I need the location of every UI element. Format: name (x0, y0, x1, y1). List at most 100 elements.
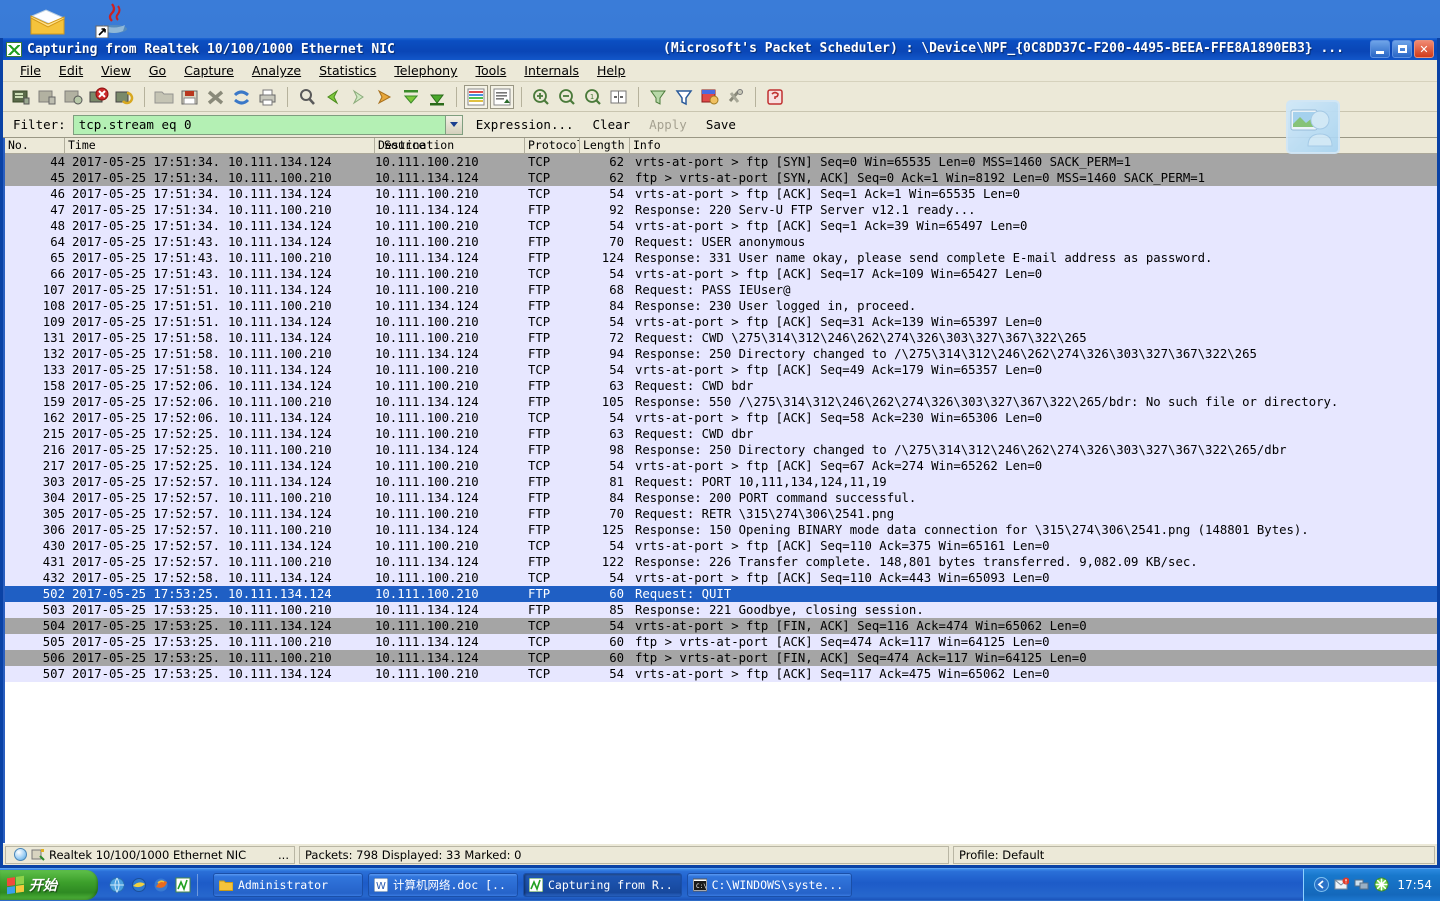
table-row[interactable]: 1312017-05-25 17:51:58.10.111.134.12410.… (5, 330, 1437, 346)
menu-go[interactable]: Go (140, 61, 175, 80)
tray-network-icon[interactable] (1354, 877, 1369, 892)
table-row[interactable]: 5072017-05-25 17:53:25.10.111.134.12410.… (5, 666, 1437, 682)
go-last-packet-icon[interactable] (425, 85, 449, 109)
firefox-icon[interactable] (153, 877, 169, 893)
tray-expand-icon[interactable] (1314, 877, 1329, 892)
apply-filter-button[interactable]: Apply (643, 116, 693, 133)
menu-statistics[interactable]: Statistics (310, 61, 385, 80)
auto-scroll-icon[interactable] (490, 85, 514, 109)
table-row[interactable]: 472017-05-25 17:51:34.10.111.100.21010.1… (5, 202, 1437, 218)
show-desktop-icon[interactable] (109, 877, 125, 893)
task-administrator[interactable]: Administrator (213, 873, 363, 897)
table-row[interactable]: 5042017-05-25 17:53:25.10.111.134.12410.… (5, 618, 1437, 634)
zoom-normal-icon[interactable]: 1 (581, 85, 605, 109)
menu-edit[interactable]: Edit (50, 61, 92, 80)
internet-explorer-icon[interactable] (131, 877, 147, 893)
preferences-icon[interactable] (724, 85, 748, 109)
mail-folder-icon[interactable] (26, 2, 70, 42)
start-button[interactable]: 开始 (0, 870, 98, 900)
wireshark-quicklaunch-icon[interactable] (175, 877, 191, 893)
resize-columns-icon[interactable] (607, 85, 631, 109)
table-row[interactable]: 1622017-05-25 17:52:06.10.111.134.12410.… (5, 410, 1437, 426)
taskbar-clock[interactable]: 17:54 (1397, 878, 1432, 892)
menu-view[interactable]: View (92, 61, 140, 80)
save-filter-button[interactable]: Save (700, 116, 742, 133)
menu-tools[interactable]: Tools (466, 61, 515, 80)
go-back-icon[interactable] (321, 85, 345, 109)
column-header-time[interactable]: Time (65, 138, 375, 154)
maximize-button[interactable] (1392, 40, 1412, 58)
table-row[interactable]: 2172017-05-25 17:52:25.10.111.134.12410.… (5, 458, 1437, 474)
column-header-length[interactable]: Length (580, 138, 630, 154)
table-row[interactable]: 442017-05-25 17:51:34.10.111.134.12410.1… (5, 154, 1437, 170)
minimize-button[interactable] (1370, 40, 1390, 58)
filter-input[interactable] (74, 116, 445, 134)
help-contents-icon[interactable] (763, 85, 787, 109)
menu-internals[interactable]: Internals (515, 61, 588, 80)
table-row[interactable]: 1072017-05-25 17:51:51.10.111.134.12410.… (5, 282, 1437, 298)
packet-list-body[interactable]: 442017-05-25 17:51:34.10.111.134.12410.1… (5, 154, 1437, 682)
table-row[interactable]: 642017-05-25 17:51:43.10.111.134.12410.1… (5, 234, 1437, 250)
list-interfaces-icon[interactable] (9, 85, 33, 109)
filter-combobox[interactable] (73, 115, 463, 135)
java-shortcut-icon[interactable] (92, 0, 136, 40)
table-row[interactable]: 4302017-05-25 17:52:57.10.111.134.12410.… (5, 538, 1437, 554)
zoom-out-icon[interactable] (555, 85, 579, 109)
tray-alert-icon[interactable] (1334, 877, 1349, 892)
go-first-packet-icon[interactable] (399, 85, 423, 109)
table-row[interactable]: 2152017-05-25 17:52:25.10.111.134.12410.… (5, 426, 1437, 442)
table-row[interactable]: 4312017-05-25 17:52:57.10.111.100.21010.… (5, 554, 1437, 570)
status-profile[interactable]: Profile: Default (953, 846, 1435, 864)
clear-filter-button[interactable]: Clear (587, 116, 637, 133)
save-file-icon[interactable] (178, 85, 202, 109)
start-capture-icon[interactable] (61, 85, 85, 109)
table-row[interactable]: 5052017-05-25 17:53:25.10.111.100.21010.… (5, 634, 1437, 650)
column-header-protocol[interactable]: Protocol (525, 138, 580, 154)
menu-telephony[interactable]: Telephony (385, 61, 466, 80)
table-row[interactable]: 1092017-05-25 17:51:51.10.111.134.12410.… (5, 314, 1437, 330)
menu-capture[interactable]: Capture (175, 61, 243, 80)
table-row[interactable]: 652017-05-25 17:51:43.10.111.100.21010.1… (5, 250, 1437, 266)
table-row[interactable]: 3042017-05-25 17:52:57.10.111.100.21010.… (5, 490, 1437, 506)
colorize-icon[interactable] (464, 85, 488, 109)
go-to-packet-icon[interactable] (373, 85, 397, 109)
table-row[interactable]: 5022017-05-25 17:53:25.10.111.134.12410.… (5, 586, 1437, 602)
table-row[interactable]: 1582017-05-25 17:52:06.10.111.134.12410.… (5, 378, 1437, 394)
go-forward-icon[interactable] (347, 85, 371, 109)
table-row[interactable]: 4322017-05-25 17:52:58.10.111.134.12410.… (5, 570, 1437, 586)
window-titlebar[interactable]: Capturing from Realtek 10/100/1000 Ether… (3, 38, 1437, 60)
table-row[interactable]: 462017-05-25 17:51:34.10.111.134.12410.1… (5, 186, 1437, 202)
close-button[interactable]: ✕ (1414, 40, 1434, 58)
display-filters-icon[interactable] (672, 85, 696, 109)
table-row[interactable]: 662017-05-25 17:51:43.10.111.134.12410.1… (5, 266, 1437, 282)
table-row[interactable]: 5062017-05-25 17:53:25.10.111.100.21010.… (5, 650, 1437, 666)
zoom-in-icon[interactable] (529, 85, 553, 109)
tray-antivirus-icon[interactable] (1374, 877, 1389, 892)
table-row[interactable]: 5032017-05-25 17:53:25.10.111.100.21010.… (5, 602, 1437, 618)
table-row[interactable]: 1332017-05-25 17:51:58.10.111.134.12410.… (5, 362, 1437, 378)
packet-list-pane[interactable]: No. Time Destination Protocol Length Inf… (3, 138, 1437, 843)
column-header-no[interactable]: No. (5, 138, 65, 154)
print-icon[interactable] (256, 85, 280, 109)
expert-info-icon[interactable] (14, 848, 27, 861)
task-word-document[interactable]: W 计算机网络.doc [.. (368, 873, 518, 897)
table-row[interactable]: 3052017-05-25 17:52:57.10.111.134.12410.… (5, 506, 1437, 522)
menu-analyze[interactable]: Analyze (243, 61, 310, 80)
reload-icon[interactable] (230, 85, 254, 109)
table-row[interactable]: 482017-05-25 17:51:34.10.111.134.12410.1… (5, 218, 1437, 234)
table-row[interactable]: 3062017-05-25 17:52:57.10.111.100.21010.… (5, 522, 1437, 538)
stop-capture-icon[interactable] (87, 85, 111, 109)
table-row[interactable]: 2162017-05-25 17:52:25.10.111.100.21010.… (5, 442, 1437, 458)
table-row[interactable]: 3032017-05-25 17:52:57.10.111.134.12410.… (5, 474, 1437, 490)
coloring-rules-icon[interactable] (698, 85, 722, 109)
menu-help[interactable]: Help (588, 61, 635, 80)
capture-filters-icon[interactable] (646, 85, 670, 109)
task-command-prompt[interactable]: C:\ C:\WINDOWS\syste... (687, 873, 853, 897)
restart-capture-icon[interactable] (113, 85, 137, 109)
table-row[interactable]: 1592017-05-25 17:52:06.10.111.100.21010.… (5, 394, 1437, 410)
close-file-icon[interactable] (204, 85, 228, 109)
table-row[interactable]: 1082017-05-25 17:51:51.10.111.100.21010.… (5, 298, 1437, 314)
status-interface[interactable]: Realtek 10/100/1000 Ethernet NIC ... (5, 846, 295, 864)
column-header-destination[interactable]: Destination (375, 138, 525, 154)
user-computer-overlay-icon[interactable] (1286, 100, 1340, 154)
